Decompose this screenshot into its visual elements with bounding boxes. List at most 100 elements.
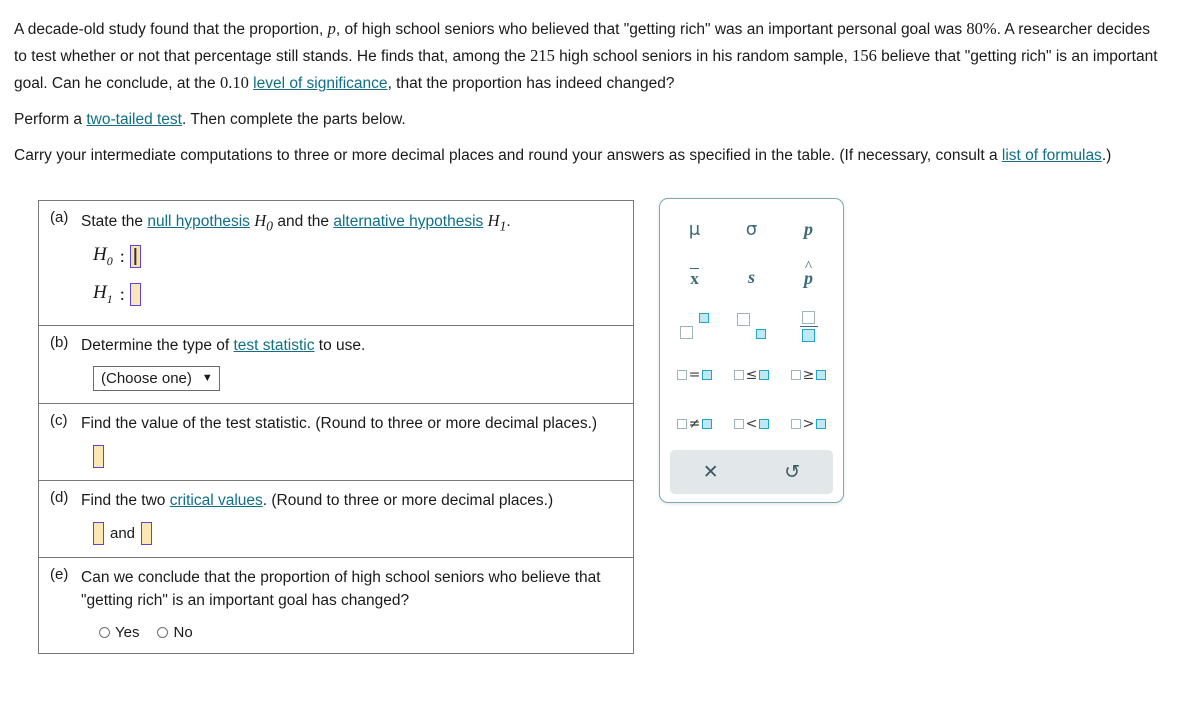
part-c-answer-row [93, 445, 623, 469]
h1-letter: H [487, 211, 500, 230]
link-two-tailed-test[interactable]: two-tailed test [86, 111, 182, 128]
alternative-hypothesis-input[interactable] [129, 282, 141, 306]
operator-not-equal[interactable]: ≠ [666, 399, 723, 448]
perform-text-a: Perform a [14, 111, 87, 128]
symbol-sigma-glyph: σ [745, 218, 758, 240]
symbol-p[interactable]: p [780, 205, 837, 254]
operand-right-square [816, 418, 827, 429]
operand-left-square [733, 370, 744, 381]
problem-paragraph-1: A decade-old study found that the propor… [14, 16, 1162, 97]
operand-right-square [816, 370, 827, 381]
part-a: (a) State the null hypothesis H0 and the… [39, 201, 633, 327]
hypothesis-row-alternative: H1 : [93, 275, 623, 313]
symbol-s[interactable]: s [723, 254, 780, 303]
stem-value-alpha: 0.10 [219, 73, 249, 92]
undo-icon[interactable]: ↺ [768, 459, 816, 486]
link-list-of-formulas[interactable]: list of formulas [1002, 147, 1102, 164]
link-null-hypothesis[interactable]: null hypothesis [147, 213, 250, 230]
alt-colon: : [119, 283, 125, 304]
operator-less-equal[interactable]: ≤ [723, 351, 780, 400]
stem-text-6: , that the proportion has indeed changed… [387, 75, 675, 92]
carry-text-b: .) [1101, 147, 1112, 164]
subscript-base-square [736, 313, 750, 327]
hat-accent-icon: ^ [804, 258, 813, 275]
null-colon: : [119, 245, 125, 266]
symbol-x-bar[interactable]: x [666, 254, 723, 303]
part-b-text-2: to use. [314, 337, 366, 355]
part-a-text-2: and the [273, 213, 334, 230]
radio-label-yes: Yes [115, 624, 140, 642]
operator-equals[interactable]: = [666, 351, 723, 400]
link-critical-values[interactable]: critical values [170, 492, 263, 509]
link-test-statistic[interactable]: test statistic [234, 337, 315, 354]
radio-circle-no[interactable] [157, 627, 169, 639]
operator-greater-equal[interactable]: ≥ [780, 351, 837, 400]
null-label-letter: H [93, 243, 107, 265]
stem-value-n: 215 [530, 46, 555, 65]
subscript-icon-shape [736, 313, 767, 340]
operand-right-square [759, 370, 770, 381]
critical-value-upper-input[interactable] [141, 522, 153, 546]
null-hypothesis-input[interactable] [129, 244, 141, 268]
operand-right-square [702, 370, 713, 381]
superscript-icon[interactable] [666, 302, 723, 351]
hypothesis-row-null: H0 : [93, 237, 623, 275]
operator-greater-than-shape: > [790, 415, 827, 432]
operator-less-than-glyph: < [745, 415, 758, 432]
part-b-tag: (b) [50, 334, 69, 352]
radio-option-yes[interactable]: Yes [99, 624, 139, 641]
carry-text-a: Carry your intermediate computations to … [14, 147, 1002, 164]
superscript-base-square [679, 326, 693, 340]
fraction-bar [799, 325, 818, 328]
fraction-icon[interactable] [780, 302, 837, 351]
perform-text-b: . Then complete the parts below. [182, 111, 406, 128]
alternative-hypothesis-label: H1 [93, 282, 113, 307]
part-a-text-3: . [506, 213, 511, 230]
symbol-sigma[interactable]: σ [723, 205, 780, 254]
radio-option-no[interactable]: No [157, 624, 193, 641]
part-e-prompt: Can we conclude that the proportion of h… [81, 569, 601, 610]
stem-value-percent: 80% [966, 19, 997, 38]
alt-label-letter: H [93, 281, 107, 303]
symbol-p-glyph: p [804, 218, 813, 239]
stem-var-p: p [327, 19, 336, 38]
part-d-text-1: Find the two [81, 492, 170, 510]
part-a-tag: (a) [50, 209, 69, 226]
worksheet-page: A decade-old study found that the propor… [0, 0, 1200, 722]
link-alternative-hypothesis[interactable]: alternative hypothesis [333, 213, 483, 230]
part-a-prompt: State the null hypothesis H0 and the alt… [81, 209, 623, 237]
h0-letter: H [254, 211, 267, 230]
operator-greater-than[interactable]: > [780, 399, 837, 448]
operator-greater-than-glyph: > [802, 415, 815, 432]
operand-left-square [790, 418, 801, 429]
operand-right-square [759, 418, 770, 429]
operator-equals-glyph: = [688, 367, 701, 384]
test-statistic-select-value: (Choose one) [101, 370, 192, 388]
stem-value-x: 156 [852, 46, 877, 65]
symbol-p-hat[interactable]: ^ p [780, 254, 837, 303]
radio-circle-yes[interactable] [99, 627, 110, 639]
part-e-tag: (e) [50, 566, 69, 584]
part-e: (e) Can we conclude that the proportion … [39, 558, 633, 653]
part-b-text-1: Determine the type of [81, 337, 234, 355]
test-statistic-select[interactable]: (Choose one) ▼ [93, 366, 220, 392]
operator-less-than[interactable]: < [723, 399, 780, 448]
test-statistic-value-input[interactable] [93, 445, 104, 469]
link-level-of-significance[interactable]: level of significance [253, 75, 387, 92]
critical-value-lower-input[interactable] [93, 522, 104, 546]
symbol-x-bar-glyph: x [690, 267, 699, 288]
symbol-mu-glyph: μ [688, 218, 701, 240]
h0-subscript: 0 [266, 218, 274, 234]
part-d-text-2: . (Round to three or more decimal places… [262, 492, 554, 510]
subscript-icon[interactable] [723, 302, 780, 351]
stem-text-2: , of high school seniors who believed th… [335, 21, 967, 38]
symbol-mu[interactable]: μ [666, 205, 723, 254]
part-b-prompt: Determine the type of test statistic to … [81, 334, 623, 357]
operand-left-square [733, 418, 744, 429]
clear-icon[interactable]: ✕ [687, 459, 735, 486]
problem-paragraph-2: Perform a two-tailed test. Then complete… [14, 107, 1162, 133]
alt-label-sub: 1 [106, 291, 113, 306]
operator-greater-equal-shape: ≥ [790, 367, 827, 383]
conclusion-radio-group: Yes No [99, 624, 623, 641]
symbol-s-glyph: s [747, 267, 755, 288]
